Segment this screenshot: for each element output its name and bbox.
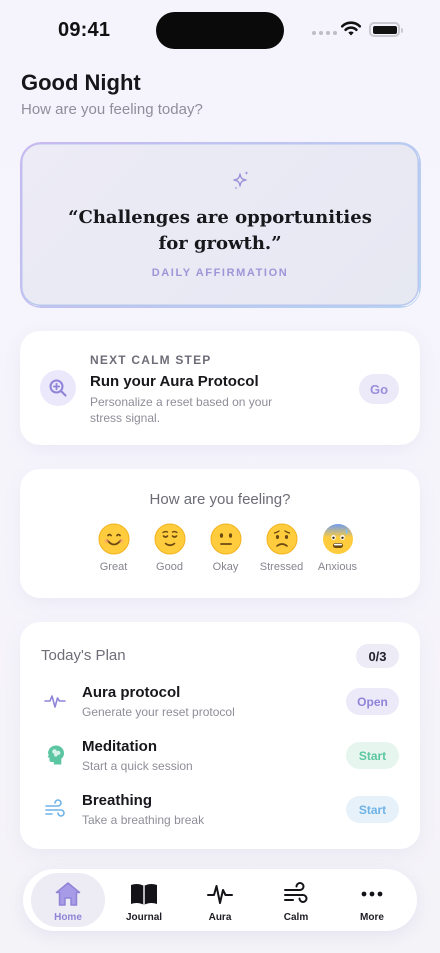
mood-title: How are you feeling? <box>149 491 291 508</box>
plan-item-description: Generate your reset protocol <box>82 705 235 719</box>
neutral-face-icon <box>210 523 241 555</box>
pulse-icon <box>207 885 233 904</box>
anxious-face-icon <box>322 524 353 554</box>
next-calm-step-card[interactable]: NEXT CALM STEP Run your Aura Protocol Pe… <box>20 331 420 445</box>
plan-item-description: Start a quick session <box>82 759 193 773</box>
plan-item-breathing: Breathing Take a breathing break Start <box>20 792 420 832</box>
tab-calm[interactable]: Calm <box>259 873 333 927</box>
mood-option-anxious[interactable]: Anxious <box>310 523 365 573</box>
plan-item-title: Aura protocol <box>82 684 181 701</box>
start-breathing-button[interactable]: Start <box>346 796 399 823</box>
tab-home[interactable]: Home <box>31 873 105 927</box>
mood-check-card: How are you feeling? Great Good Okay Str… <box>20 469 420 598</box>
affirmation-label: DAILY AFFIRMATION <box>151 267 289 279</box>
plan-item-description: Take a breathing break <box>82 813 205 827</box>
start-meditation-button[interactable]: Start <box>346 742 399 769</box>
mood-label: Anxious <box>317 561 358 573</box>
plan-item-title: Meditation <box>82 738 157 755</box>
grinning-face-icon <box>98 523 129 555</box>
plan-item-aura-protocol: Aura protocol Generate your reset protoc… <box>20 684 420 724</box>
mood-option-great[interactable]: Great <box>86 523 141 573</box>
tab-label: More <box>360 912 384 923</box>
plan-item-meditation: Meditation Start a quick session Start <box>20 738 420 778</box>
mood-option-okay[interactable]: Okay <box>198 523 253 573</box>
battery-icon <box>369 22 403 37</box>
tab-more[interactable]: More <box>335 873 409 927</box>
cellular-signal-icon <box>312 31 337 35</box>
mood-label: Stressed <box>259 561 304 573</box>
tab-aura[interactable]: Aura <box>183 873 257 927</box>
page-subtitle: How are you feeling today? <box>21 101 203 118</box>
page-title: Good Night <box>21 70 141 95</box>
plan-item-title: Breathing <box>82 792 153 809</box>
zoom-in-icon <box>40 370 76 406</box>
sparkles-icon <box>233 171 249 190</box>
wifi-icon <box>340 21 362 36</box>
plan-title: Today's Plan <box>41 647 126 664</box>
tab-label: Journal <box>125 912 163 923</box>
tab-journal[interactable]: Journal <box>107 873 181 927</box>
mood-option-stressed[interactable]: Stressed <box>254 523 309 573</box>
next-step-eyebrow: NEXT CALM STEP <box>90 353 212 367</box>
relieved-face-icon <box>154 523 185 555</box>
status-bar: 09:41 <box>0 0 440 60</box>
next-step-description: Personalize a reset based on your stress… <box>90 395 273 425</box>
affirmation-quote: “Challenges are opportunities for growth… <box>68 207 372 254</box>
bottom-tab-bar: Home Journal Aura Calm More <box>23 869 417 931</box>
mood-label: Great <box>99 561 128 573</box>
daily-affirmation-card: “Challenges are opportunities for growth… <box>20 142 420 307</box>
status-time: 09:41 <box>58 19 111 41</box>
plan-progress-badge: 0/3 <box>356 644 399 668</box>
home-icon <box>55 882 81 906</box>
wind-icon <box>45 799 65 817</box>
wind-icon <box>284 882 308 903</box>
book-icon <box>131 883 157 905</box>
next-step-title: Run your Aura Protocol <box>90 373 259 390</box>
open-button[interactable]: Open <box>346 688 399 715</box>
go-button[interactable]: Go <box>359 374 399 404</box>
todays-plan-card: Today's Plan 0/3 Aura protocol Generate … <box>20 622 420 849</box>
mood-label: Okay <box>212 561 239 573</box>
pulse-icon <box>44 695 66 708</box>
brain-head-icon <box>47 745 64 765</box>
mood-label: Good <box>156 561 183 573</box>
more-dots-icon <box>361 891 383 897</box>
mood-options: Great Good Okay Stressed Anxious <box>86 523 366 573</box>
worried-face-icon <box>266 523 297 555</box>
mood-option-good[interactable]: Good <box>142 523 197 573</box>
tab-label: Home <box>54 912 82 923</box>
dynamic-island <box>156 12 284 49</box>
tab-label: Calm <box>283 912 309 923</box>
tab-label: Aura <box>208 912 232 923</box>
